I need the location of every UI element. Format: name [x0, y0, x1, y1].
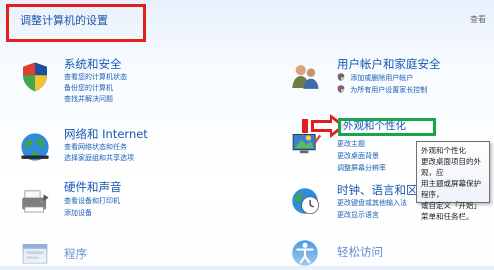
- right-link-adjust-resolution[interactable]: 调整屏幕分辨率: [337, 164, 386, 172]
- tooltip-line: 外观和个性化: [421, 146, 466, 155]
- appearance-tooltip: 外观和个性化 更改桌面项目的外观，应 用主题或屏幕保护程序， 或自定义「开始」菜…: [416, 141, 490, 221]
- left-link-troubleshoot[interactable]: 查找并解决问题: [64, 95, 113, 103]
- security-shield-icon[interactable]: [18, 60, 52, 94]
- right-link-change-background[interactable]: 更改桌面背景: [337, 152, 379, 160]
- users-graphic: [292, 65, 319, 89]
- network-internet-title[interactable]: 网络和 Internet: [64, 127, 148, 141]
- network-globe-icon[interactable]: [18, 130, 52, 164]
- left-link-backup[interactable]: 备份您的计算机: [64, 84, 113, 92]
- right-link-add-remove-users-label: 添加或删除用户帐户: [350, 74, 414, 82]
- right-link-display-language[interactable]: 更改显示语言: [337, 211, 379, 219]
- ease-of-access-title[interactable]: 轻松访问: [337, 245, 383, 259]
- left-link-devices-printers[interactable]: 查看设备和打印机: [64, 197, 120, 205]
- left-link-add-device[interactable]: 添加设备: [64, 209, 92, 217]
- programs-icon[interactable]: [18, 236, 52, 270]
- clock-language-graphic: [292, 188, 320, 215]
- accessibility-graphic: [292, 240, 318, 266]
- right-link-add-remove-users[interactable]: 添加或删除用户帐户: [337, 73, 413, 82]
- security-shield-graphic: [23, 62, 47, 92]
- shield-small-icon: [337, 85, 345, 93]
- right-link-input-methods[interactable]: 更改键盘或其他输入法: [337, 199, 407, 207]
- user-accounts-title[interactable]: 用户帐户和家庭安全: [337, 57, 441, 71]
- left-link-homegroup[interactable]: 选择家庭组和共享选项: [64, 154, 134, 162]
- network-globe-graphic: [21, 133, 49, 161]
- tooltip-line: 更改桌面项目的外观，应: [421, 157, 481, 177]
- users-icon[interactable]: [288, 60, 322, 94]
- page-title: 调整计算机的设置: [20, 14, 108, 27]
- printer-icon[interactable]: [18, 184, 52, 218]
- system-security-title[interactable]: 系统和安全: [64, 57, 122, 71]
- accessibility-icon[interactable]: [288, 236, 322, 270]
- right-link-change-theme[interactable]: 更改主题: [337, 140, 365, 148]
- tooltip-line: 或自定义「开始」菜单和任务栏。: [421, 201, 481, 221]
- clock-language-icon[interactable]: [288, 184, 322, 218]
- right-link-parental-controls-label: 为所有用户设置家长控制: [350, 86, 428, 94]
- tooltip-line: 用主题或屏幕保护程序，: [421, 179, 481, 199]
- left-link-network-status[interactable]: 查看网络状态和任务: [64, 143, 127, 151]
- shield-small-icon: [337, 73, 345, 81]
- view-by-label: 查看: [470, 15, 486, 24]
- printer-graphic: [22, 190, 49, 213]
- programs-graphic: [22, 244, 48, 264]
- hardware-sound-title[interactable]: 硬件和声音: [64, 180, 122, 194]
- left-link-system-status[interactable]: 查看您的计算机状态: [64, 73, 127, 81]
- appearance-personalization-title[interactable]: 外观和个性化: [343, 120, 406, 132]
- right-link-parental-controls[interactable]: 为所有用户设置家长控制: [337, 85, 427, 94]
- programs-title[interactable]: 程序: [64, 247, 87, 261]
